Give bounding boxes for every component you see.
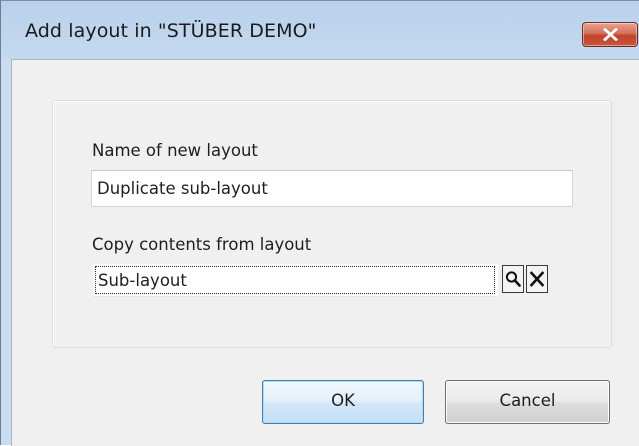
close-button[interactable] [582, 22, 638, 47]
layout-name-input[interactable] [91, 170, 573, 207]
close-icon [603, 28, 618, 41]
form-group-box: Name of new layout Copy contents from la… [52, 100, 612, 348]
dialog-window: Add layout in "STÜBER DEMO" Name of new … [0, 0, 639, 446]
ok-button[interactable]: OK [262, 380, 424, 424]
name-label: Name of new layout [92, 141, 258, 160]
clear-layout-button[interactable] [526, 265, 548, 293]
x-icon [529, 271, 545, 287]
dialog-title: Add layout in "STÜBER DEMO" [25, 20, 317, 42]
search-layout-button[interactable] [502, 265, 524, 293]
magnifier-icon [505, 271, 521, 287]
dialog-body: Name of new layout Copy contents from la… [11, 59, 639, 446]
title-bar[interactable]: Add layout in "STÜBER DEMO" [1, 1, 639, 59]
cancel-button[interactable]: Cancel [445, 380, 610, 424]
copy-from-layout-field[interactable] [95, 266, 495, 294]
copy-contents-label: Copy contents from layout [92, 235, 312, 254]
